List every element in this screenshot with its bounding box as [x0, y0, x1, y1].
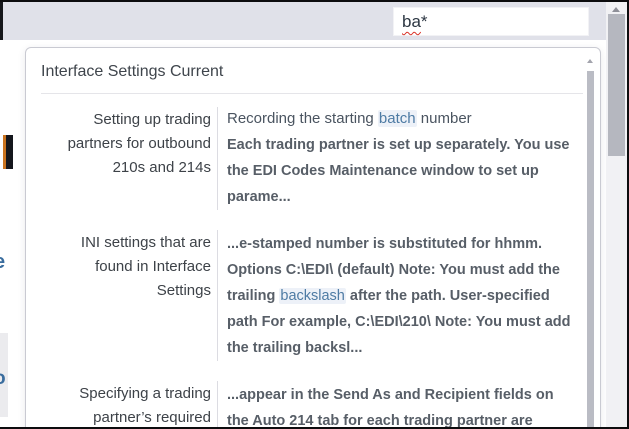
background-heading-fragment — [3, 135, 13, 169]
search-result-row[interactable]: Specifying a trading partner’s required … — [41, 381, 574, 429]
result-excerpt: ...appear in the Send As and Recipient f… — [227, 382, 574, 429]
result-excerpt: ...e-stamped number is substituted for h… — [227, 231, 574, 361]
search-input[interactable]: ba* — [393, 7, 589, 36]
result-topic: Specifying a trading partner’s required … — [41, 381, 211, 429]
result-topic: INI settings that are found in Interface… — [41, 230, 211, 361]
result-heading: Recording the starting batch number — [227, 107, 574, 131]
search-input-text: ba — [402, 12, 421, 31]
results-scrollbar[interactable] — [584, 54, 598, 429]
result-body: ...e-stamped number is substituted for h… — [217, 230, 574, 361]
background-link-letter-fragment: o — [0, 368, 6, 390]
scroll-up-icon[interactable] — [587, 59, 593, 63]
scroll-up-icon[interactable] — [612, 7, 620, 12]
results-list: Setting up trading partners for outbound… — [41, 107, 574, 429]
results-section-title: Interface Settings Current — [41, 61, 583, 83]
search-result-row[interactable]: Setting up trading partners for outbound… — [41, 107, 574, 210]
background-link-letter-fragment: e — [0, 251, 5, 274]
search-results-panel: Interface Settings Current Setting up tr… — [25, 47, 601, 429]
title-divider — [41, 93, 583, 94]
page-scrollbar[interactable] — [606, 2, 627, 427]
result-excerpt: Each trading partner is set up separatel… — [227, 132, 574, 210]
top-toolbar: ba* — [0, 2, 606, 40]
result-body: ...appear in the Send As and Recipient f… — [217, 381, 574, 429]
search-result-row[interactable]: INI settings that are found in Interface… — [41, 230, 574, 361]
results-scrollbar-thumb[interactable] — [587, 71, 594, 429]
search-input-wildcard: * — [421, 12, 428, 31]
result-body: Recording the starting batch number Each… — [217, 107, 574, 210]
result-topic: Setting up trading partners for outbound… — [41, 107, 211, 210]
page-scrollbar-thumb[interactable] — [608, 14, 625, 156]
screen: ba* e o Interface Settings Current Setti… — [0, 0, 629, 429]
